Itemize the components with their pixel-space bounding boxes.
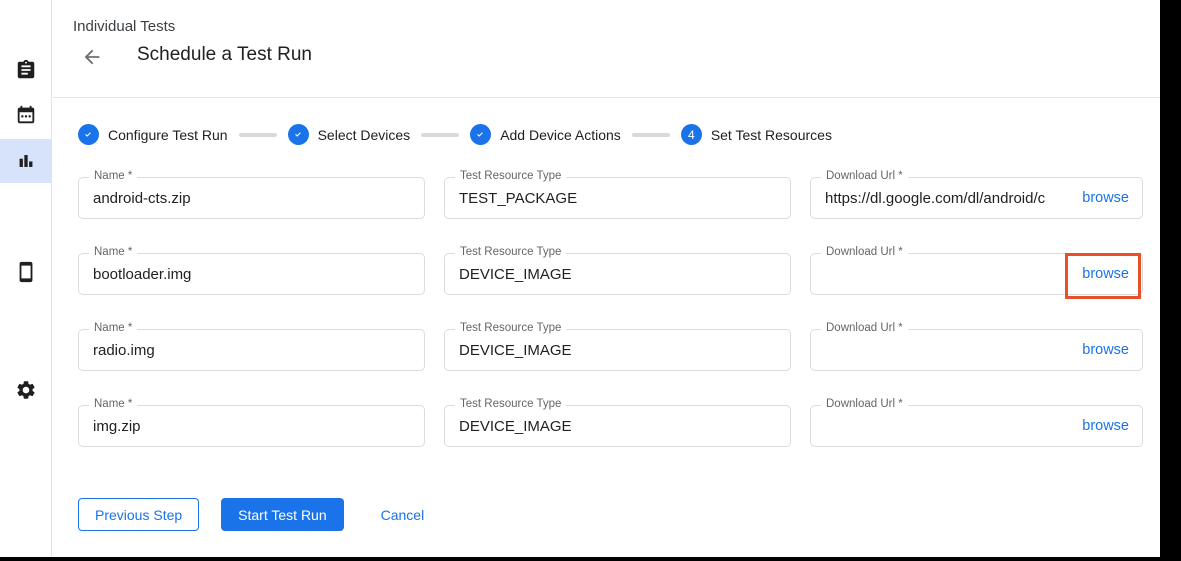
sidebar-item-settings[interactable] <box>0 368 52 412</box>
resource-type-field-label: Test Resource Type <box>455 398 566 410</box>
resource-type-field-label: Test Resource Type <box>455 246 566 258</box>
sidebar-item-devices[interactable] <box>0 250 52 294</box>
name-field: Name * <box>78 177 425 219</box>
step-check-icon <box>78 124 99 145</box>
browse-link[interactable]: browse <box>1074 266 1142 282</box>
name-input[interactable] <box>79 178 424 218</box>
download-url-field-label: Download Url * <box>821 322 908 334</box>
header-divider <box>53 97 1160 98</box>
step-set-test-resources[interactable]: 4 Set Test Resources <box>681 124 832 145</box>
download-url-field: Download Url * browse <box>810 329 1143 371</box>
step-label: Configure Test Run <box>108 127 228 143</box>
download-url-field: Download Url * browse <box>810 405 1143 447</box>
name-field: Name * <box>78 253 425 295</box>
download-url-field-label: Download Url * <box>821 246 908 258</box>
browse-link[interactable]: browse <box>1074 418 1142 434</box>
resource-type-input[interactable] <box>445 178 790 218</box>
name-field-label: Name * <box>89 322 137 334</box>
sidebar-item-test-runs[interactable] <box>0 139 52 183</box>
window-right-edge <box>1160 0 1181 561</box>
smartphone-icon <box>15 261 37 283</box>
stepper: Configure Test Run Select Devices Add De… <box>78 124 832 145</box>
resource-type-input[interactable] <box>445 254 790 294</box>
test-resources-form: Name * Test Resource Type Download Url *… <box>78 177 1143 447</box>
resource-type-field: Test Resource Type <box>444 329 791 371</box>
step-add-device-actions[interactable]: Add Device Actions <box>470 124 621 145</box>
step-connector <box>421 133 459 137</box>
arrow-back-icon <box>81 46 103 68</box>
page-title: Schedule a Test Run <box>137 44 312 66</box>
clipboard-icon <box>15 59 37 81</box>
name-input[interactable] <box>79 254 424 294</box>
name-input[interactable] <box>79 330 424 370</box>
sidebar-item-tests[interactable] <box>0 48 52 92</box>
footer-actions: Previous Step Start Test Run Cancel <box>78 498 424 531</box>
step-number-badge: 4 <box>681 124 702 145</box>
browse-link[interactable]: browse <box>1074 190 1142 206</box>
step-label: Select Devices <box>318 127 411 143</box>
name-field: Name * <box>78 405 425 447</box>
name-field-label: Name * <box>89 246 137 258</box>
download-url-field-label: Download Url * <box>821 398 908 410</box>
breadcrumb: Individual Tests <box>73 18 175 35</box>
name-input[interactable] <box>79 406 424 446</box>
previous-step-button[interactable]: Previous Step <box>78 498 199 531</box>
gear-icon <box>15 379 37 401</box>
step-select-devices[interactable]: Select Devices <box>288 124 411 145</box>
start-test-run-button[interactable]: Start Test Run <box>221 498 343 531</box>
download-url-field-label: Download Url * <box>821 170 908 182</box>
name-field-label: Name * <box>89 170 137 182</box>
sidebar <box>0 0 52 557</box>
name-field-label: Name * <box>89 398 137 410</box>
resource-type-field: Test Resource Type <box>444 405 791 447</box>
name-field: Name * <box>78 329 425 371</box>
sidebar-item-plans[interactable] <box>0 93 52 137</box>
resource-type-field-label: Test Resource Type <box>455 322 566 334</box>
step-check-icon <box>470 124 491 145</box>
bar-chart-icon <box>15 150 37 172</box>
step-label: Add Device Actions <box>500 127 621 143</box>
browse-link[interactable]: browse <box>1074 342 1142 358</box>
step-configure-test-run[interactable]: Configure Test Run <box>78 124 228 145</box>
step-connector <box>239 133 277 137</box>
resource-type-input[interactable] <box>445 406 790 446</box>
step-check-icon <box>288 124 309 145</box>
download-url-value[interactable]: https://dl.google.com/dl/android/c <box>811 190 1074 207</box>
download-url-field: Download Url * browse <box>810 253 1143 295</box>
cancel-button[interactable]: Cancel <box>381 498 425 531</box>
window-bottom-edge <box>0 557 1181 561</box>
calendar-icon <box>15 104 37 126</box>
resource-type-field-label: Test Resource Type <box>455 170 566 182</box>
resource-type-input[interactable] <box>445 330 790 370</box>
step-label: Set Test Resources <box>711 127 832 143</box>
download-url-field: Download Url * https://dl.google.com/dl/… <box>810 177 1143 219</box>
step-connector <box>632 133 670 137</box>
back-button[interactable] <box>79 44 105 70</box>
resource-type-field: Test Resource Type <box>444 253 791 295</box>
resource-type-field: Test Resource Type <box>444 177 791 219</box>
